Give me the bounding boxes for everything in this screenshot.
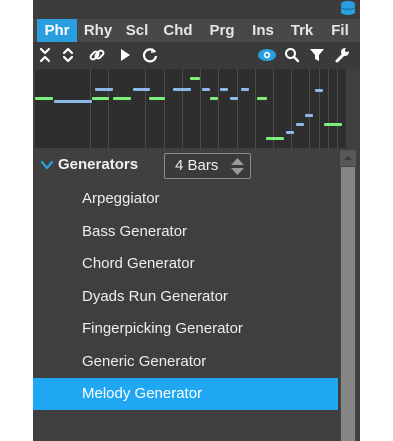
- note[interactable]: [92, 97, 109, 100]
- tab-prg[interactable]: Prg: [202, 19, 242, 42]
- tab-phr[interactable]: Phr: [37, 19, 77, 42]
- select-arrows-icon: [229, 156, 246, 177]
- note[interactable]: [133, 88, 150, 91]
- note[interactable]: [35, 97, 53, 100]
- list-item-chord-generator[interactable]: Chord Generator: [33, 248, 338, 280]
- note[interactable]: [286, 131, 294, 134]
- note[interactable]: [296, 123, 304, 126]
- tab-scl[interactable]: Scl: [119, 19, 155, 42]
- wrench-icon[interactable]: [333, 46, 351, 64]
- note[interactable]: [230, 97, 238, 100]
- list-item-generic-generator[interactable]: Generic Generator: [33, 346, 338, 378]
- note[interactable]: [149, 97, 165, 100]
- play-icon[interactable]: [116, 46, 134, 64]
- note[interactable]: [257, 97, 267, 100]
- link-icon[interactable]: [88, 46, 106, 64]
- bars-select[interactable]: 4 Bars: [164, 153, 251, 179]
- tab-trk[interactable]: Trk: [283, 19, 321, 42]
- expand-icon[interactable]: [59, 46, 77, 64]
- refresh-icon[interactable]: [141, 46, 159, 64]
- chevron-down-icon[interactable]: [40, 158, 54, 170]
- list-item-fingerpicking-generator[interactable]: Fingerpicking Generator: [33, 313, 338, 345]
- toolbar: [33, 42, 360, 69]
- top-strip: [33, 0, 360, 19]
- note[interactable]: [202, 88, 210, 91]
- note[interactable]: [173, 88, 191, 91]
- note[interactable]: [113, 97, 131, 100]
- database-icon[interactable]: [340, 0, 356, 18]
- note[interactable]: [220, 88, 228, 91]
- note[interactable]: [210, 97, 218, 100]
- list-item-melody-generator[interactable]: Melody Generator: [33, 378, 338, 410]
- collapse-all-icon[interactable]: [36, 46, 54, 64]
- list-item-arpeggiator[interactable]: Arpeggiator: [33, 183, 338, 215]
- generators-title: Generators: [58, 156, 139, 173]
- tab-fil[interactable]: Fil: [323, 19, 357, 42]
- generators-header[interactable]: Generators 4 Bars: [33, 149, 338, 183]
- note[interactable]: [266, 137, 284, 140]
- piano-roll[interactable]: [35, 69, 346, 148]
- list-item-bass-generator[interactable]: Bass Generator: [33, 216, 338, 248]
- note[interactable]: [305, 114, 313, 117]
- tab-rhy[interactable]: Rhy: [79, 19, 117, 42]
- scroll-up-button[interactable]: [340, 150, 356, 166]
- eye-icon[interactable]: [257, 46, 277, 64]
- filter-icon[interactable]: [308, 46, 326, 64]
- note[interactable]: [54, 100, 92, 103]
- tab-ins[interactable]: Ins: [245, 19, 281, 42]
- note[interactable]: [95, 88, 113, 91]
- note[interactable]: [324, 123, 342, 126]
- generators-panel: Phr Rhy Scl Chd Prg Ins Trk Fil Generato…: [33, 0, 360, 441]
- note[interactable]: [315, 89, 323, 92]
- tab-bar: Phr Rhy Scl Chd Prg Ins Trk Fil: [33, 19, 360, 42]
- search-icon[interactable]: [283, 46, 301, 64]
- tab-chd[interactable]: Chd: [157, 19, 199, 42]
- note[interactable]: [241, 88, 249, 91]
- list-item-dyads-run-generator[interactable]: Dyads Run Generator: [33, 281, 338, 313]
- note[interactable]: [190, 77, 200, 80]
- scrollbar-thumb[interactable]: [341, 167, 355, 441]
- bars-select-value: 4 Bars: [175, 157, 219, 174]
- scrollbar[interactable]: [340, 150, 356, 441]
